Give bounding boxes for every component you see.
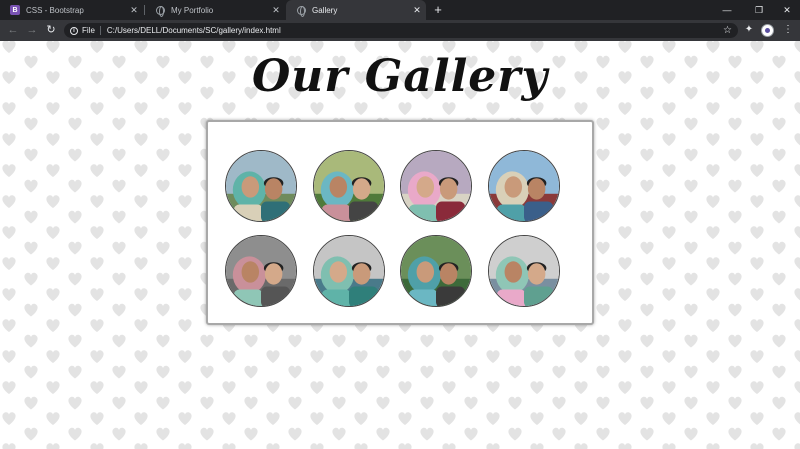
address-divider: [99, 26, 101, 35]
photo-image: [314, 236, 384, 306]
close-window-icon[interactable]: ✕: [772, 0, 800, 20]
profile-avatar[interactable]: [761, 24, 774, 37]
gallery-photo-3[interactable]: [400, 150, 472, 222]
photo-image: [314, 151, 384, 221]
bootstrap-icon: B: [10, 5, 20, 15]
restore-icon[interactable]: ❐: [744, 0, 774, 20]
tab-my-portfolio[interactable]: My Portfolio ✕: [145, 0, 285, 20]
minimize-icon[interactable]: —: [712, 0, 742, 20]
photo-image: [401, 151, 471, 221]
extensions-puzzle-icon[interactable]: ✦: [742, 23, 756, 37]
browser-toolbar: ← → ↻ i File C:/Users/DELL/Documents/SC/…: [0, 20, 800, 41]
tab-gallery[interactable]: Gallery ✕: [286, 0, 426, 20]
tab-strip: B CSS - Bootstrap ✕ My Portfolio ✕ Galle…: [0, 0, 800, 20]
info-icon[interactable]: i: [70, 26, 78, 35]
back-arrow-icon[interactable]: ←: [6, 23, 20, 37]
page-title: Our Gallery: [251, 51, 549, 102]
reload-icon[interactable]: ↻: [44, 23, 58, 37]
address-bar[interactable]: i File C:/Users/DELL/Documents/SC/galler…: [64, 23, 738, 38]
close-icon[interactable]: ✕: [271, 5, 281, 16]
gallery-photo-5[interactable]: [225, 235, 297, 307]
address-url[interactable]: C:/Users/DELL/Documents/SC/gallery/index…: [107, 26, 281, 35]
bookmark-star-icon[interactable]: ☆: [723, 23, 732, 38]
gallery-photo-4[interactable]: [488, 150, 560, 222]
new-tab-button[interactable]: +: [431, 2, 445, 18]
gallery-container: [206, 120, 594, 325]
tab-title: CSS - Bootstrap: [26, 5, 84, 15]
photo-image: [489, 151, 559, 221]
close-icon[interactable]: ✕: [412, 5, 422, 16]
tab-title: My Portfolio: [171, 5, 214, 15]
page-viewport: Our Gallery: [0, 41, 800, 449]
gallery-photo-8[interactable]: [488, 235, 560, 307]
menu-dots-icon[interactable]: ⋮: [781, 23, 795, 37]
close-icon[interactable]: ✕: [129, 5, 139, 16]
gallery-photo-2[interactable]: [313, 150, 385, 222]
globe-icon: [155, 5, 165, 17]
tab-title: Gallery: [312, 5, 338, 15]
photo-image: [226, 236, 296, 306]
photo-image: [489, 236, 559, 306]
tab-css-bootstrap[interactable]: B CSS - Bootstrap ✕: [0, 0, 143, 20]
globe-icon: [296, 5, 306, 17]
forward-arrow-icon[interactable]: →: [25, 23, 39, 37]
gallery-photo-1[interactable]: [225, 150, 297, 222]
photo-image: [401, 236, 471, 306]
address-scheme: File: [82, 26, 95, 35]
gallery-photo-7[interactable]: [400, 235, 472, 307]
photo-image: [226, 151, 296, 221]
gallery-photo-6[interactable]: [313, 235, 385, 307]
